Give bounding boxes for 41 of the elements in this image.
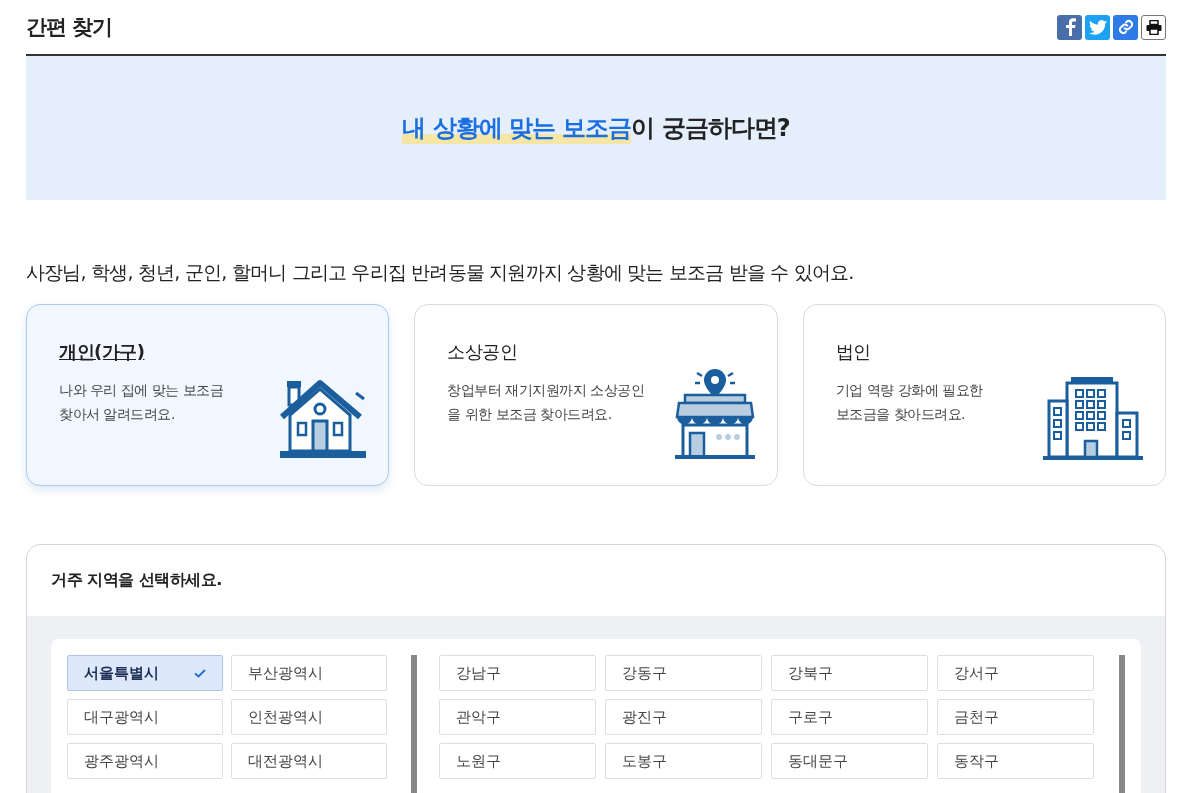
district-option[interactable]: 강서구: [937, 655, 1094, 691]
facebook-share-button[interactable]: [1057, 14, 1082, 40]
district-option[interactable]: 광진구: [605, 699, 762, 735]
region-prompt: 거주 지역을 선택하세요.: [50, 569, 223, 591]
city-option[interactable]: 부산광역시: [231, 655, 387, 691]
district-option[interactable]: 강동구: [605, 655, 762, 691]
district-option[interactable]: 금천구: [937, 699, 1094, 735]
district-option[interactable]: 도봉구: [605, 743, 762, 779]
card-title: 개인(가구): [59, 340, 146, 364]
card-description: 창업부터 재기지원까지 소상공인 을 위한 보조금 찾아드려요.: [447, 381, 645, 424]
city-option[interactable]: 서울특별시: [67, 655, 223, 691]
district-option[interactable]: 동작구: [937, 743, 1094, 779]
district-option[interactable]: 동대문구: [771, 743, 928, 779]
office-building-icon: [1041, 377, 1145, 461]
city-option[interactable]: 인천광역시: [231, 699, 387, 735]
card-title: 법인: [835, 340, 872, 364]
category-card[interactable]: 개인(가구) 나와 우리 집에 맞는 보조금 찾아서 알려드려요.: [26, 304, 390, 486]
category-card[interactable]: 법인 기업 역량 강화에 필요한 보조금을 찾아드려요.: [802, 304, 1166, 486]
link-icon: [1117, 19, 1134, 35]
district-option[interactable]: 강북구: [771, 655, 928, 691]
card-description: 나와 우리 집에 맞는 보조금 찾아서 알려드려요.: [59, 381, 224, 424]
district-option[interactable]: 노원구: [439, 743, 596, 779]
district-option[interactable]: 관악구: [439, 699, 596, 735]
district-option[interactable]: 구로구: [771, 699, 928, 735]
shop-icon: [672, 367, 757, 461]
twitter-share-button[interactable]: [1085, 14, 1110, 40]
bird-icon: [1088, 19, 1107, 35]
city-option[interactable]: 대전광역시: [231, 743, 387, 779]
page-title: 간편 찾기: [26, 14, 113, 41]
house-icon: [278, 379, 369, 461]
link-share-button[interactable]: [1113, 14, 1138, 40]
intro-text: 사장님, 학생, 청년, 군인, 할머니 그리고 우리집 반려동물 지원까지 상황에 맞는 보조금 받을 수 있어요.: [26, 260, 855, 285]
city-option[interactable]: 광주광역시: [67, 743, 223, 779]
city-option[interactable]: 대구광역시: [67, 699, 223, 735]
card-title: 소상공인: [447, 340, 519, 364]
category-card[interactable]: 소상공인 창업부터 재기지원까지 소상공인 을 위한 보조금 찾아드려요.: [414, 304, 778, 486]
printer-icon: [1145, 19, 1162, 35]
card-description: 기업 역량 강화에 필요한 보조금을 찾아드려요.: [835, 381, 983, 424]
district-option[interactable]: 강남구: [439, 655, 596, 691]
check-icon: [194, 668, 206, 678]
print-share-button[interactable]: [1141, 14, 1166, 40]
